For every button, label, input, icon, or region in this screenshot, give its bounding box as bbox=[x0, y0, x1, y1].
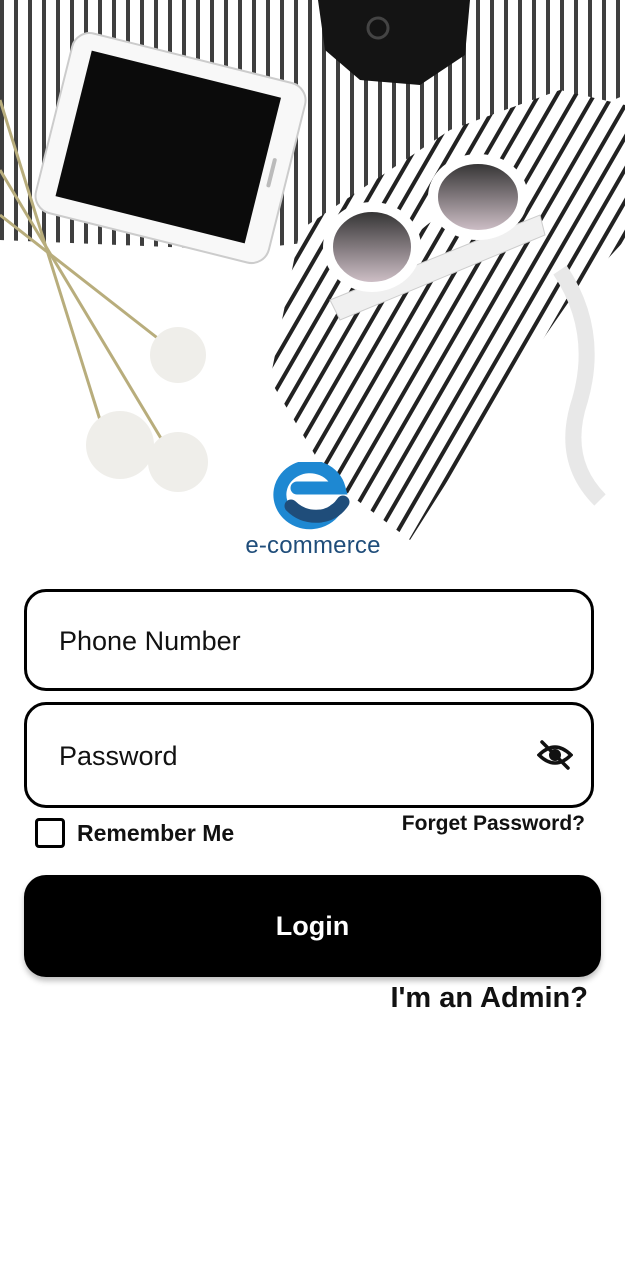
forget-password-link[interactable]: Forget Password? bbox=[402, 812, 585, 836]
remember-me[interactable]: Remember Me bbox=[35, 815, 234, 851]
phone-input[interactable] bbox=[57, 592, 531, 690]
brand-logo: e-commerce bbox=[236, 462, 390, 562]
brand-name: e-commerce bbox=[245, 532, 381, 559]
admin-login-link[interactable]: I'm an Admin? bbox=[390, 982, 588, 1015]
password-input[interactable] bbox=[57, 705, 531, 807]
e-logo-icon bbox=[273, 462, 350, 530]
login-button[interactable]: Login bbox=[24, 875, 601, 977]
password-field[interactable] bbox=[24, 702, 594, 808]
eye-off-icon[interactable] bbox=[537, 739, 573, 771]
remember-me-checkbox[interactable] bbox=[35, 818, 65, 848]
remember-me-label: Remember Me bbox=[77, 819, 235, 846]
phone-field[interactable] bbox=[24, 589, 594, 691]
